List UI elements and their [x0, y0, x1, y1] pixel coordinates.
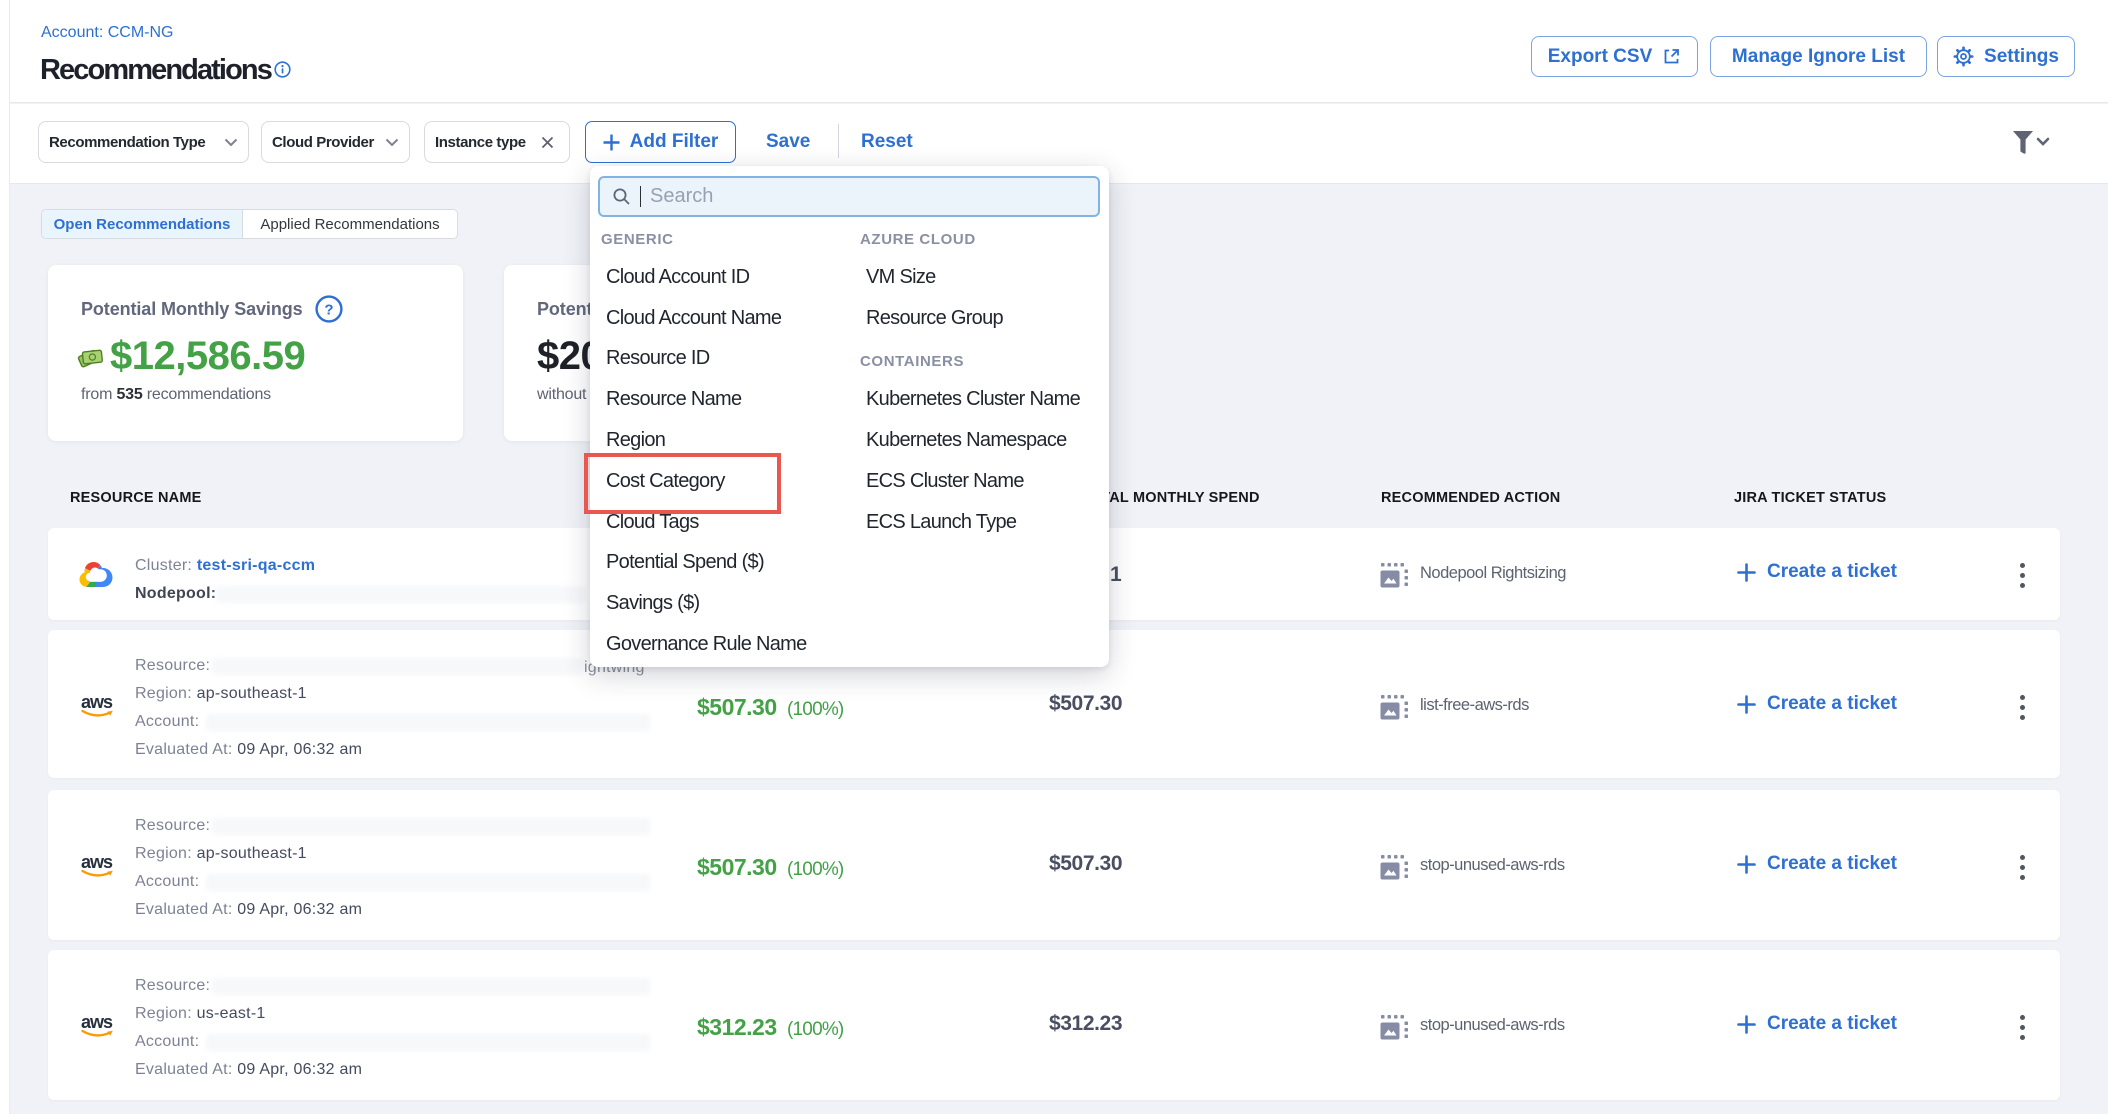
svg-text:aws: aws — [81, 1014, 113, 1032]
svg-text:aws: aws — [81, 854, 113, 872]
svg-text:aws: aws — [81, 694, 113, 712]
svg-text:?: ? — [324, 302, 333, 319]
